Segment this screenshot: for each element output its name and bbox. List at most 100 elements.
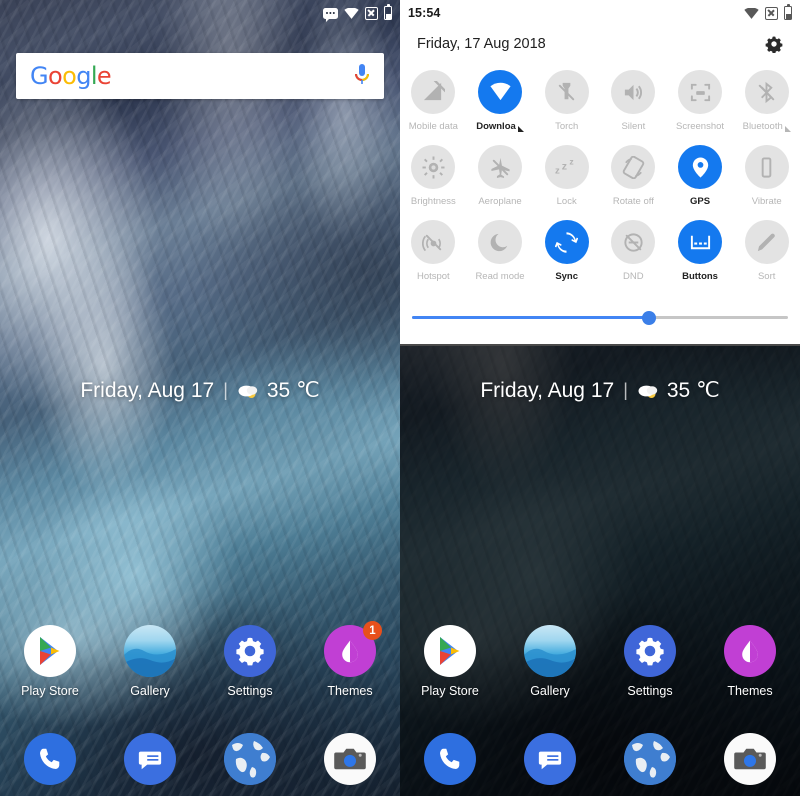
phone-icon bbox=[424, 733, 476, 785]
microphone-icon[interactable] bbox=[354, 63, 370, 89]
tile-label-text: Read mode bbox=[475, 271, 525, 282]
vibrate-icon[interactable] bbox=[744, 145, 789, 189]
left-status-bar bbox=[0, 0, 400, 26]
app-themes[interactable]: 1 Themes bbox=[300, 621, 400, 698]
google-search-bar[interactable]: Google bbox=[16, 53, 384, 99]
dock-camera[interactable]: Camera bbox=[300, 733, 400, 785]
battery-icon bbox=[784, 3, 792, 20]
expand-arrow-icon[interactable] bbox=[784, 125, 791, 132]
hotspot-off-icon[interactable] bbox=[411, 220, 456, 264]
phone-icon bbox=[24, 733, 76, 785]
torch-off-icon[interactable] bbox=[544, 70, 589, 114]
tile-buttons[interactable]: Buttons bbox=[667, 220, 734, 282]
tile-brightness[interactable]: Brightness bbox=[400, 145, 467, 207]
mobile-data-off-icon[interactable] bbox=[411, 70, 456, 114]
quick-settings-tile-row: Brightness Aeroplane z z z Lock Rotate off GPS V… bbox=[400, 145, 800, 207]
screenshot-icon[interactable] bbox=[678, 70, 723, 114]
tile-gps[interactable]: GPS bbox=[667, 145, 734, 207]
tile-label: Aeroplane bbox=[478, 196, 521, 207]
quick-settings-panel: 15:54 Friday, 17 Aug 2018 Mobile data Dow… bbox=[400, 0, 800, 796]
tile-label: Sync bbox=[555, 271, 578, 282]
app-label: Play Store bbox=[21, 684, 79, 698]
settings-gear-icon bbox=[624, 625, 676, 677]
app-gallery-dimmed: Gallery bbox=[500, 625, 600, 698]
app-gallery[interactable]: Gallery bbox=[100, 625, 200, 698]
expand-arrow-icon[interactable] bbox=[517, 125, 524, 132]
tile-silent[interactable]: Silent bbox=[600, 70, 667, 132]
dnd-off-icon[interactable] bbox=[611, 220, 656, 264]
slider-fill bbox=[412, 316, 649, 319]
globe-icon bbox=[224, 733, 276, 785]
home-app-row: Play Store Gallery Settings 1 Themes bbox=[0, 621, 400, 698]
tile-label-text: Mobile data bbox=[408, 121, 458, 132]
tile-label: Hotspot bbox=[417, 271, 450, 282]
tile-sync[interactable]: Sync bbox=[533, 220, 600, 282]
app-play-store-dimmed: Play Store bbox=[400, 625, 500, 698]
tile-hotspot[interactable]: Hotspot bbox=[400, 220, 467, 282]
weather-date: Friday, Aug 17 bbox=[80, 378, 215, 402]
app-play-store[interactable]: Play Store bbox=[0, 625, 100, 698]
slider-thumb[interactable] bbox=[641, 311, 656, 325]
volume-icon[interactable] bbox=[611, 70, 656, 114]
sync-icon[interactable] bbox=[544, 220, 589, 264]
app-themes-dimmed: Themes bbox=[700, 625, 800, 698]
gallery-icon bbox=[124, 625, 176, 677]
sun-behind-cloud-icon bbox=[237, 382, 259, 400]
dock-phone[interactable]: Phone bbox=[0, 733, 100, 785]
tile-label-text: Torch bbox=[555, 121, 579, 132]
tile-sort[interactable]: Sort bbox=[733, 220, 800, 282]
weather-separator: | bbox=[623, 380, 628, 400]
bluetooth-off-icon[interactable] bbox=[744, 70, 789, 114]
tile-label-text: Vibrate bbox=[751, 196, 782, 207]
right-status-icons bbox=[744, 3, 792, 20]
svg-text:z: z bbox=[555, 165, 560, 176]
weather-widget-dimmed: Friday, Aug 17 | 35 ℃ bbox=[400, 378, 800, 403]
settings-gear-icon bbox=[224, 625, 276, 677]
aeroplane-off-icon[interactable] bbox=[478, 145, 522, 189]
tile-label: Silent bbox=[621, 121, 645, 132]
globe-icon bbox=[624, 733, 676, 785]
brightness-icon[interactable] bbox=[411, 145, 456, 189]
dock-browser[interactable]: Browser bbox=[200, 733, 300, 785]
battery-icon bbox=[384, 3, 392, 20]
brightness-slider[interactable] bbox=[412, 311, 788, 325]
app-settings[interactable]: Settings bbox=[200, 625, 300, 698]
tile-bluetooth[interactable]: Bluetooth bbox=[733, 70, 800, 132]
tile-read-mode[interactable]: Read mode bbox=[467, 220, 534, 282]
sleep-zzz-icon[interactable]: zzz bbox=[544, 145, 589, 189]
wifi-icon[interactable] bbox=[478, 70, 522, 114]
tile-label-text: Rotate off bbox=[612, 196, 654, 207]
location-pin-icon[interactable] bbox=[678, 145, 723, 189]
status-clock: 15:54 bbox=[408, 6, 441, 20]
tile-label: Lock bbox=[557, 196, 577, 207]
weather-widget[interactable]: Friday, Aug 17 | 35 ℃ bbox=[0, 378, 400, 403]
tile-dnd[interactable]: DND bbox=[600, 220, 667, 282]
moon-icon[interactable] bbox=[478, 220, 522, 264]
app-label: Settings bbox=[227, 684, 273, 698]
app-label: Themes bbox=[327, 684, 373, 698]
navbar-buttons-icon[interactable] bbox=[678, 220, 723, 264]
rotate-off-icon[interactable] bbox=[611, 145, 656, 189]
tile-label: Screenshot bbox=[676, 121, 724, 132]
dock-messages[interactable]: Messages bbox=[100, 733, 200, 785]
tile-downloa[interactable]: Downloa bbox=[467, 70, 534, 132]
tile-torch[interactable]: Torch bbox=[533, 70, 600, 132]
tile-label: Read mode bbox=[475, 271, 524, 282]
tile-aeroplane[interactable]: Aeroplane bbox=[467, 145, 534, 207]
no-sim-icon bbox=[765, 6, 778, 20]
dock-phone-dimmed bbox=[400, 733, 500, 785]
dock-camera-dimmed bbox=[700, 733, 800, 785]
tile-screenshot[interactable]: Screenshot bbox=[667, 70, 734, 132]
tile-label: DND bbox=[623, 271, 644, 282]
edit-pencil-icon[interactable] bbox=[744, 220, 789, 264]
home-app-row-dimmed: Play Store Gallery Settings Themes bbox=[400, 625, 800, 698]
tile-label-text: Hotspot bbox=[416, 271, 450, 282]
tile-vibrate[interactable]: Vibrate bbox=[733, 145, 800, 207]
gear-icon[interactable] bbox=[765, 35, 783, 54]
tile-lock[interactable]: z z z Lock bbox=[533, 145, 600, 207]
camera-icon bbox=[324, 733, 376, 785]
tile-mobile-data[interactable]: Mobile data bbox=[400, 70, 467, 132]
tile-label: Downloa bbox=[476, 121, 524, 132]
quick-settings-tiles: Mobile data Downloa Torch Silent Screenshot B… bbox=[400, 70, 800, 295]
tile-rotate-off[interactable]: Rotate off bbox=[600, 145, 667, 207]
